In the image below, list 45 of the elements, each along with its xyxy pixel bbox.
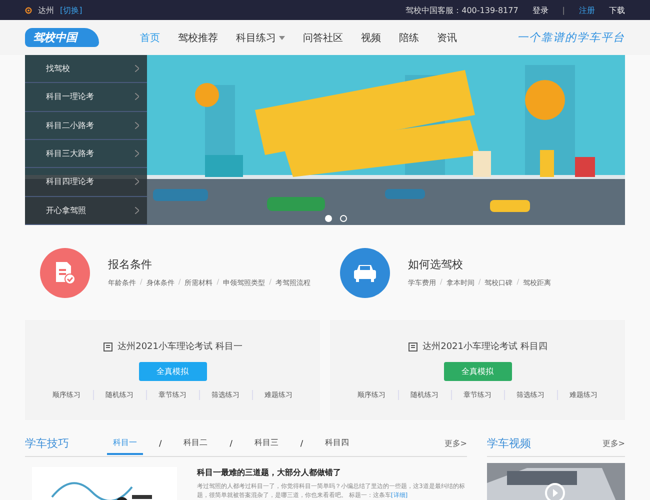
separator: / xyxy=(300,438,304,448)
subject-tab[interactable]: 科目四 xyxy=(319,432,356,454)
banner-menu-item[interactable]: 找驾校 xyxy=(25,55,147,84)
separator: / xyxy=(159,438,162,448)
feature-title: 如何选驾校 xyxy=(408,257,464,272)
nav-item[interactable]: 驾校推荐 xyxy=(169,30,227,44)
nav-item[interactable]: 科目练习 xyxy=(227,30,294,44)
banner-menu-item[interactable]: 科目一理论考 xyxy=(25,83,147,112)
nav-item[interactable]: 资讯 xyxy=(428,30,466,44)
article-title: 科目一最难的三道题，大部分人都做错了 xyxy=(197,467,342,478)
top-link[interactable]: 注册 xyxy=(579,4,595,16)
carousel-dot[interactable] xyxy=(340,215,347,222)
banner-menu-item[interactable]: 科目四理论考 xyxy=(25,168,147,197)
nav-item[interactable]: 陪练 xyxy=(390,30,428,44)
more-link[interactable]: 更多> xyxy=(602,438,625,448)
banner-menu-item[interactable]: 科目二小路考 xyxy=(25,112,147,140)
exam-title: 达州2021小车理论考试 科目一 xyxy=(118,340,242,353)
chevron-icon xyxy=(135,122,139,129)
chevron-icon xyxy=(135,206,139,214)
switch-link[interactable]: [切换] xyxy=(60,4,82,16)
separator: / xyxy=(230,438,232,448)
hotline-text: 驾校中国客服：400-139-8177 xyxy=(406,4,518,16)
banner-menu-item[interactable]: 科目三大路考 xyxy=(25,140,147,168)
subject-tab[interactable]: 科目二 xyxy=(178,432,214,454)
chevron-icon xyxy=(135,150,139,158)
section-title: 学车技巧 xyxy=(25,436,69,450)
feature-title: 报名条件 xyxy=(108,257,153,272)
chevron-icon xyxy=(135,178,139,186)
separator: | xyxy=(562,6,565,14)
nav-item[interactable]: 问答社区 xyxy=(294,30,352,44)
exam-title: 达州2021小车理论考试 科目四 xyxy=(422,340,548,353)
nav-item[interactable]: 视频 xyxy=(352,30,390,44)
document-icon xyxy=(102,342,113,352)
subject-tab[interactable]: 科目三 xyxy=(248,432,284,454)
chevron-icon xyxy=(135,65,139,72)
section-title: 学车视频 xyxy=(487,436,531,450)
top-link[interactable]: 下载 xyxy=(609,4,625,16)
site-slogan: 一个靠谱的学车平台 xyxy=(517,30,625,45)
top-link[interactable]: 登录 xyxy=(532,4,548,16)
more-link[interactable]: 更多> xyxy=(444,438,467,448)
document-icon xyxy=(408,342,418,352)
banner-menu-item[interactable]: 开心拿驾照 xyxy=(25,196,147,225)
city-name: 达州 xyxy=(38,4,54,16)
location-icon xyxy=(25,6,32,14)
chevron-icon xyxy=(135,93,139,100)
